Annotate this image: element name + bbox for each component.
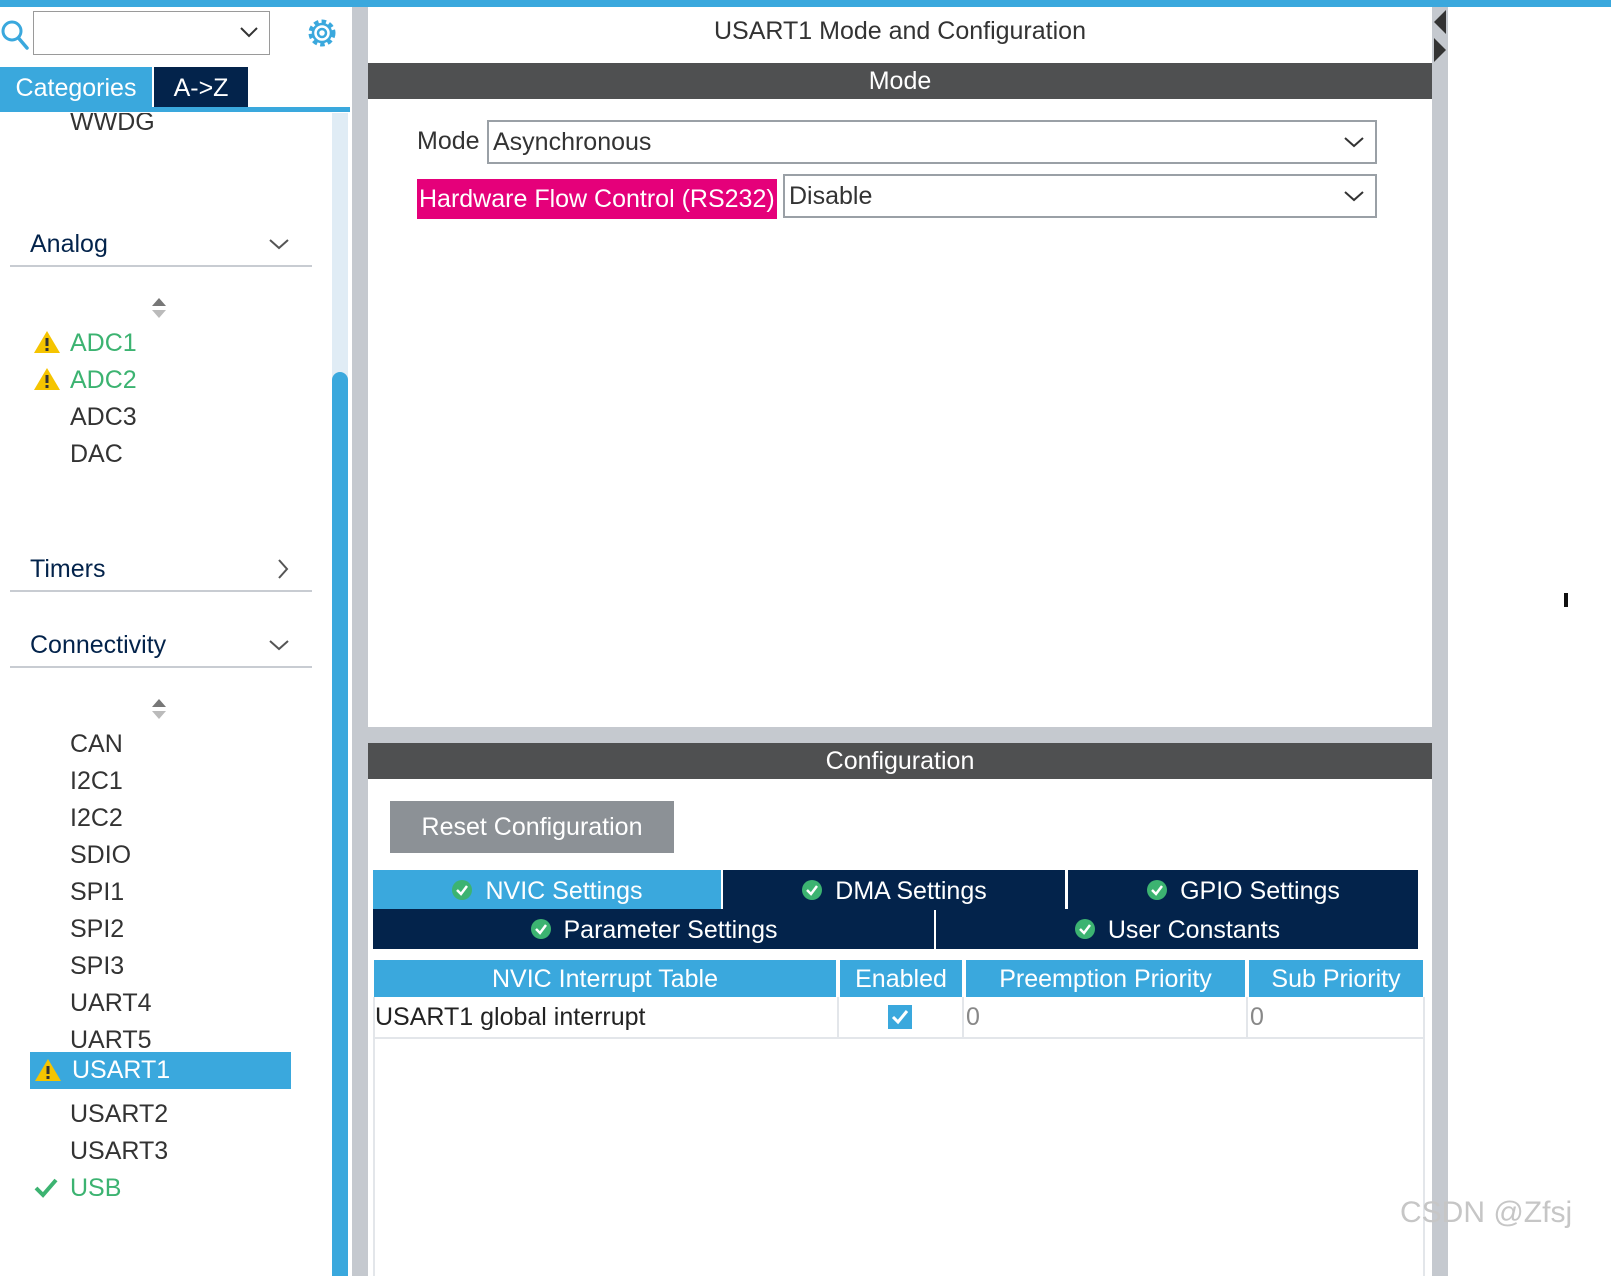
table-row-divider [373,1037,1425,1039]
column-divider [837,997,839,1037]
watermark: CSDN @Zfsj [1400,1196,1573,1229]
list-item-adc3[interactable]: ADC3 [70,402,137,432]
category-connectivity[interactable]: Connectivity [10,618,312,668]
check-circle-icon [452,880,473,901]
list-item-spi1[interactable]: SPI1 [70,877,124,907]
list-item-i2c2[interactable]: I2C2 [70,803,123,833]
tab-categories[interactable]: Categories [0,67,152,107]
list-item-usb[interactable]: USB [70,1173,121,1203]
list-item-usart1-selected[interactable]: USART1 [30,1052,291,1089]
mode-section-header: Mode [368,63,1432,99]
column-header-sub-priority[interactable]: Sub Priority [1249,960,1423,997]
sort-icon[interactable] [151,297,167,319]
list-item-i2c1[interactable]: I2C1 [70,766,123,796]
chevron-down-icon[interactable] [239,25,259,39]
list-item-uart5[interactable]: UART5 [70,1025,152,1055]
category-timers[interactable]: Timers [10,542,312,592]
list-item-dac[interactable]: DAC [70,439,123,469]
chevron-down-icon [269,640,289,651]
list-item-spi3[interactable]: SPI3 [70,951,124,981]
column-header-nvic-table[interactable]: NVIC Interrupt Table [374,960,836,997]
hw-flow-control-label: Hardware Flow Control (RS232) [417,179,777,219]
mode-select[interactable]: Asynchronous [487,120,1377,164]
search-icon[interactable] [0,19,30,53]
cursor-mark [1564,593,1568,607]
configuration-section-header: Configuration [368,743,1432,779]
categories-panel: Categories A->Z WWDG Analog ADC1 ADC2 AD… [0,7,352,1276]
column-divider [962,997,964,1037]
sort-icon[interactable] [151,698,167,720]
list-item-adc2[interactable]: ADC2 [70,365,137,395]
check-circle-icon [802,880,823,901]
column-divider [1246,997,1248,1037]
list-item-wwdg[interactable]: WWDG [70,113,155,137]
tab-underline [0,107,350,112]
list-item-adc1[interactable]: ADC1 [70,328,137,358]
section-splitter[interactable] [368,727,1432,743]
list-item-usart3[interactable]: USART3 [70,1136,168,1166]
configuration-panel: USART1 Mode and Configuration Mode Mode … [368,7,1432,1276]
column-header-enabled[interactable]: Enabled [840,960,962,997]
chevron-right-icon [278,559,289,579]
list-item-label: USART1 [72,1056,171,1084]
list-item-uart4[interactable]: UART4 [70,988,152,1018]
scrollbar-thumb[interactable] [332,372,348,1276]
right-collapse-bar[interactable] [1432,7,1448,1276]
mode-label: Mode [417,127,480,155]
mode-select-value: Asynchronous [493,128,652,156]
list-item-can[interactable]: CAN [70,729,123,759]
preemption-priority-cell[interactable]: 0 [966,1003,980,1032]
category-label: Timers [30,555,106,583]
page-title: USART1 Mode and Configuration [714,17,1086,45]
checkmark-icon [891,1010,909,1025]
sub-priority-cell[interactable]: 0 [1250,1003,1264,1032]
list-item-usart2[interactable]: USART2 [70,1099,168,1129]
peripheral-list: WWDG Analog ADC1 ADC2 ADC3 DAC Timers Co [0,113,332,1276]
check-icon [34,1178,58,1198]
tab-dma-settings[interactable]: DMA Settings [723,870,1065,910]
warning-icon [34,368,60,390]
top-accent-bar [0,0,1611,7]
column-header-preemption-priority[interactable]: Preemption Priority [966,960,1245,997]
hw-flow-control-value: Disable [789,182,873,210]
check-circle-icon [1074,919,1095,940]
tab-nvic-settings[interactable]: NVIC Settings [373,870,721,910]
warning-icon [35,1059,61,1081]
tab-gpio-settings[interactable]: GPIO Settings [1068,870,1418,910]
collapse-right-icon[interactable] [1434,38,1446,62]
category-label: Analog [30,230,108,258]
chevron-down-icon [269,239,289,250]
warning-icon [34,331,60,353]
category-analog[interactable]: Analog [10,217,312,267]
enabled-checkbox[interactable] [888,1005,912,1029]
hw-flow-control-select[interactable]: Disable [783,174,1377,218]
panel-divider[interactable] [352,7,368,1276]
tab-user-constants[interactable]: User Constants [936,909,1418,949]
list-item-spi2[interactable]: SPI2 [70,914,124,944]
check-circle-icon [530,919,551,940]
check-circle-icon [1147,880,1168,901]
tab-label: GPIO Settings [1180,877,1340,905]
collapse-left-icon[interactable] [1434,10,1446,34]
search-combo[interactable] [33,11,270,55]
tab-label: User Constants [1107,916,1281,944]
category-label: Connectivity [30,631,167,659]
chevron-down-icon[interactable] [1343,135,1365,149]
tab-a-to-z[interactable]: A->Z [154,67,248,107]
gear-icon[interactable] [304,15,340,51]
chevron-down-icon[interactable] [1343,189,1365,203]
table-row-interrupt-name: USART1 global interrupt [375,1003,646,1031]
tab-label: NVIC Settings [485,877,643,905]
list-item-sdio[interactable]: SDIO [70,840,131,870]
tab-label: Parameter Settings [563,916,778,944]
reset-configuration-button[interactable]: Reset Configuration [390,801,674,853]
tab-label: DMA Settings [835,877,987,905]
tab-parameter-settings[interactable]: Parameter Settings [373,909,934,949]
